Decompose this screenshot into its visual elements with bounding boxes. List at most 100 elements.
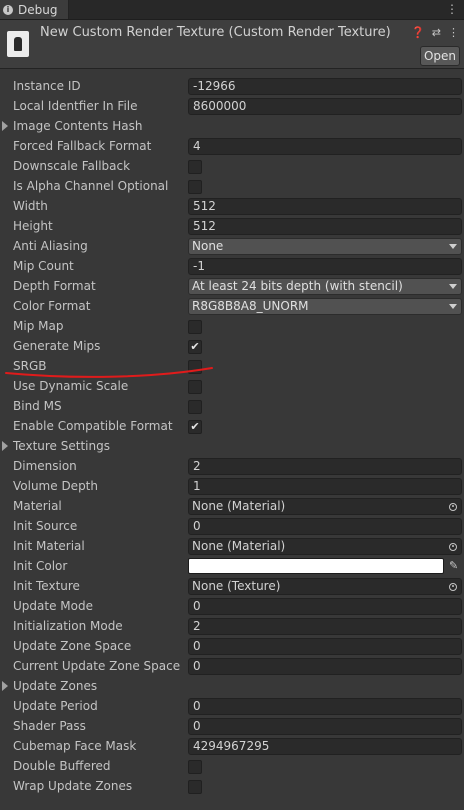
tab-debug[interactable]: i Debug — [0, 0, 69, 19]
current-update-zone-space-field[interactable]: 0 — [188, 658, 462, 675]
property-list: Instance ID -12966 Local Identfier In Fi… — [0, 77, 464, 797]
checkmark-icon: ✔ — [190, 340, 200, 353]
kebab-menu-icon[interactable]: ⋮ — [446, 2, 458, 16]
init-source-field[interactable]: 0 — [188, 518, 462, 535]
wrap-update-zones-checkbox[interactable] — [188, 780, 202, 794]
init-material-object-field[interactable]: None (Material) — [188, 538, 462, 555]
height-label: Height — [13, 219, 53, 233]
more-icon[interactable]: ⋮ — [448, 26, 459, 39]
row-image-contents-hash[interactable]: Image Contents Hash — [0, 117, 464, 137]
mip-map-label: Mip Map — [13, 319, 64, 333]
row-is-alpha-optional: Is Alpha Channel Optional — [0, 177, 464, 197]
volume-depth-field[interactable]: 1 — [188, 478, 462, 495]
row-update-period: Update Period 0 — [0, 697, 464, 717]
instance-id-field[interactable]: -12966 — [188, 78, 462, 95]
wrap-update-zones-label: Wrap Update Zones — [13, 779, 133, 793]
dropdown-caret-icon — [449, 284, 457, 289]
row-material: Material None (Material) — [0, 497, 464, 517]
update-mode-field[interactable]: 0 — [188, 598, 462, 615]
width-label: Width — [13, 199, 48, 213]
depth-format-dropdown[interactable]: At least 24 bits depth (with stencil) — [188, 278, 462, 295]
help-icon[interactable]: ❓ — [411, 26, 425, 39]
row-mip-map: Mip Map — [0, 317, 464, 337]
forced-fallback-format-label: Forced Fallback Format — [13, 139, 152, 153]
downscale-fallback-checkbox[interactable] — [188, 160, 202, 174]
color-format-dropdown[interactable]: R8G8B8A8_UNORM — [188, 298, 462, 315]
initialization-mode-field[interactable]: 2 — [188, 618, 462, 635]
bind-ms-checkbox[interactable] — [188, 400, 202, 414]
row-update-zones[interactable]: Update Zones — [0, 677, 464, 697]
dimension-label: Dimension — [13, 459, 77, 473]
material-label: Material — [13, 499, 62, 513]
dimension-field[interactable]: 2 — [188, 458, 462, 475]
row-dimension: Dimension 2 — [0, 457, 464, 477]
double-buffered-label: Double Buffered — [13, 759, 111, 773]
anti-aliasing-value: None — [192, 239, 224, 253]
row-init-source: Init Source 0 — [0, 517, 464, 537]
forced-fallback-format-field[interactable]: 4 — [188, 138, 462, 155]
row-height: Height 512 — [0, 217, 464, 237]
shader-pass-label: Shader Pass — [13, 719, 86, 733]
init-color-swatch[interactable] — [188, 558, 444, 574]
dropdown-caret-icon — [449, 304, 457, 309]
foldout-arrow-icon[interactable] — [2, 441, 8, 451]
bind-ms-label: Bind MS — [13, 399, 62, 413]
volume-depth-label: Volume Depth — [13, 479, 98, 493]
instance-id-label: Instance ID — [13, 79, 81, 93]
object-picker-icon[interactable] — [445, 579, 461, 594]
update-zones-label[interactable]: Update Zones — [13, 679, 97, 693]
row-initialization-mode: Initialization Mode 2 — [0, 617, 464, 637]
double-buffered-checkbox[interactable] — [188, 760, 202, 774]
local-identifier-field[interactable]: 8600000 — [188, 98, 462, 115]
row-generate-mips: Generate Mips ✔ — [0, 337, 464, 357]
anti-aliasing-label: Anti Aliasing — [13, 239, 88, 253]
shader-pass-field[interactable]: 0 — [188, 718, 462, 735]
init-texture-object-field[interactable]: None (Texture) — [188, 578, 462, 595]
enable-compatible-format-label: Enable Compatible Format — [13, 419, 173, 433]
row-local-identifier: Local Identfier In File 8600000 — [0, 97, 464, 117]
custom-render-texture-icon — [7, 31, 29, 57]
material-object-field[interactable]: None (Material) — [188, 498, 462, 515]
init-material-label: Init Material — [13, 539, 85, 553]
row-bind-ms: Bind MS — [0, 397, 464, 417]
anti-aliasing-dropdown[interactable]: None — [188, 238, 462, 255]
settings-sliders-icon[interactable]: ⇄ — [432, 26, 441, 39]
row-texture-settings[interactable]: Texture Settings — [0, 437, 464, 457]
depth-format-label: Depth Format — [13, 279, 96, 293]
height-field[interactable]: 512 — [188, 218, 462, 235]
open-button[interactable]: Open — [420, 46, 460, 66]
width-field[interactable]: 512 — [188, 198, 462, 215]
init-color-label: Init Color — [13, 559, 68, 573]
use-dynamic-scale-checkbox[interactable] — [188, 380, 202, 394]
update-zone-space-field[interactable]: 0 — [188, 638, 462, 655]
mip-count-label: Mip Count — [13, 259, 74, 273]
srgb-checkbox[interactable] — [188, 360, 202, 374]
eyedropper-icon[interactable]: ✎ — [449, 559, 458, 572]
row-downscale-fallback: Downscale Fallback — [0, 157, 464, 177]
generate-mips-label: Generate Mips — [13, 339, 101, 353]
current-update-zone-space-label: Current Update Zone Space — [13, 659, 181, 673]
generate-mips-checkbox[interactable]: ✔ — [188, 340, 202, 354]
dropdown-caret-icon — [449, 244, 457, 249]
row-update-zone-space: Update Zone Space 0 — [0, 637, 464, 657]
row-forced-fallback-format: Forced Fallback Format 4 — [0, 137, 464, 157]
cubemap-face-mask-field[interactable]: 4294967295 — [188, 738, 462, 755]
object-picker-icon[interactable] — [445, 499, 461, 514]
row-update-mode: Update Mode 0 — [0, 597, 464, 617]
depth-format-value: At least 24 bits depth (with stencil) — [192, 279, 403, 293]
material-value: None (Material) — [192, 499, 286, 513]
row-anti-aliasing: Anti Aliasing None — [0, 237, 464, 257]
update-period-field[interactable]: 0 — [188, 698, 462, 715]
texture-settings-label[interactable]: Texture Settings — [13, 439, 110, 453]
mip-map-checkbox[interactable] — [188, 320, 202, 334]
is-alpha-optional-checkbox[interactable] — [188, 180, 202, 194]
mip-count-field[interactable]: -1 — [188, 258, 462, 275]
object-picker-icon[interactable] — [445, 539, 461, 554]
foldout-arrow-icon[interactable] — [2, 121, 8, 131]
row-wrap-update-zones: Wrap Update Zones — [0, 777, 464, 797]
color-format-label: Color Format — [13, 299, 91, 313]
foldout-arrow-icon[interactable] — [2, 681, 8, 691]
row-srgb: SRGB — [0, 357, 464, 377]
enable-compatible-format-checkbox[interactable]: ✔ — [188, 420, 202, 434]
image-contents-hash-label[interactable]: Image Contents Hash — [13, 119, 142, 133]
